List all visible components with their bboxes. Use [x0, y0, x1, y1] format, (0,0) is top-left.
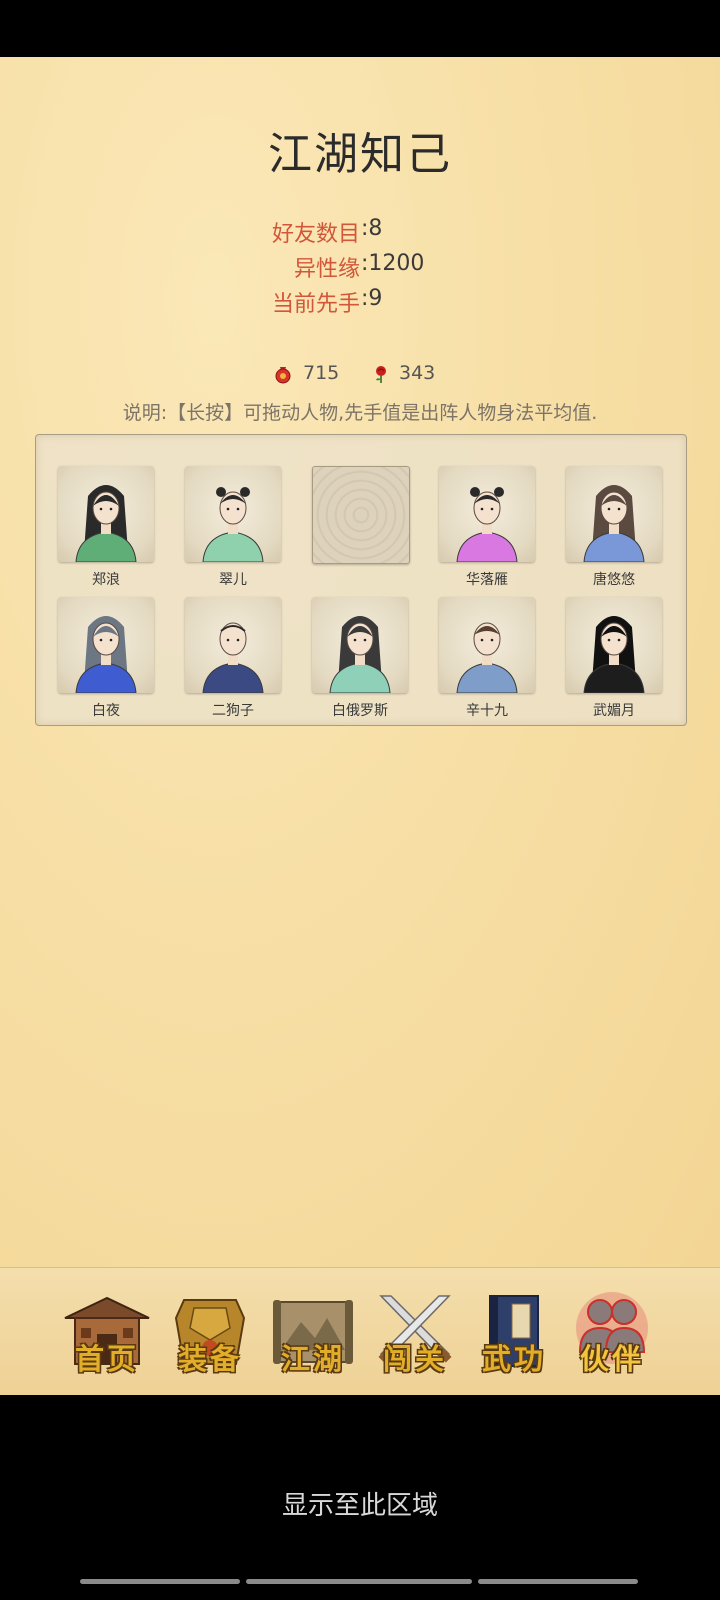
rose-icon — [371, 364, 391, 384]
character-portrait — [185, 466, 281, 562]
character-portrait — [439, 597, 535, 693]
character-card-bai-eluosi[interactable]: 白俄罗斯 — [312, 597, 410, 719]
portrait-figure-icon — [75, 616, 137, 693]
coin-count: 715 — [303, 362, 340, 384]
nav-label: 首页 — [74, 1342, 139, 1376]
character-name: 二狗子 — [212, 703, 254, 719]
character-portrait — [439, 466, 535, 562]
empty-slot[interactable] — [312, 466, 410, 589]
character-name: 唐悠悠 — [593, 572, 635, 588]
character-portrait — [58, 597, 154, 693]
rose-count: 343 — [399, 362, 436, 384]
character-card-zheng-lang[interactable]: 郑浪 — [58, 466, 156, 588]
character-portrait — [58, 466, 154, 562]
nav-partners[interactable]: 伙伴 — [566, 1288, 658, 1380]
portrait-figure-icon — [329, 616, 391, 693]
portrait-figure-icon — [456, 487, 518, 562]
character-portrait — [566, 597, 662, 693]
character-card-wu-meiyue[interactable]: 武媚月 — [566, 597, 664, 719]
character-card-xin-shijiu[interactable]: 辛十九 — [439, 597, 537, 719]
gesture-bar — [478, 1579, 638, 1584]
footer-text: 显示至此区域 — [281, 1491, 438, 1521]
character-name: 辛十九 — [466, 703, 508, 719]
stat-value: :9 — [361, 286, 383, 311]
character-card-cui-er[interactable]: 翠儿 — [185, 466, 283, 588]
nav-challenge[interactable]: 闯关 — [369, 1288, 461, 1380]
footer-area: 显示至此区域 — [0, 1395, 720, 1600]
red-pouch-icon — [273, 364, 293, 384]
character-name: 武媚月 — [593, 703, 635, 719]
nav-label: 江湖 — [280, 1342, 345, 1376]
character-name: 白夜 — [92, 703, 120, 719]
portrait-figure-icon — [583, 616, 645, 693]
portrait-figure-icon — [75, 485, 137, 562]
currency-row: 715 343 — [0, 360, 720, 390]
nav-label: 闯关 — [382, 1342, 447, 1376]
stat-value: :1200 — [361, 251, 425, 276]
page-title: 江湖知己 — [268, 129, 452, 180]
empty-slot-tile — [312, 466, 410, 564]
character-card-tang-youyou[interactable]: 唐悠悠 — [566, 466, 664, 588]
character-portrait — [312, 597, 408, 693]
character-card-er-gouzi[interactable]: 二狗子 — [185, 597, 283, 719]
stat-label: 当前先手 — [271, 292, 360, 317]
instruction-note: 说明:【长按】可拖动人物,先手值是出阵人物身法平均值. — [122, 402, 598, 424]
character-card-bai-ye[interactable]: 白夜 — [58, 597, 156, 719]
nav-label: 装备 — [177, 1342, 242, 1376]
gesture-bar — [80, 1579, 240, 1584]
bottom-nav: 首页 装备 江湖 闯关 武功 伙伴 — [0, 1267, 720, 1396]
character-portrait — [566, 466, 662, 562]
nav-label: 武功 — [481, 1342, 546, 1376]
portrait-figure-icon — [202, 622, 264, 693]
character-name: 郑浪 — [92, 572, 120, 588]
character-card-hua-luoyan[interactable]: 华落雁 — [439, 466, 537, 588]
stat-label: 异性缘 — [293, 257, 360, 282]
character-name: 翠儿 — [219, 572, 247, 588]
gesture-bar — [246, 1579, 472, 1584]
portrait-figure-icon — [202, 487, 264, 562]
nav-jianghu[interactable]: 江湖 — [267, 1288, 359, 1380]
status-bar — [0, 0, 720, 57]
portrait-figure-icon — [456, 622, 518, 693]
portrait-figure-icon — [583, 485, 645, 562]
character-grid: 郑浪 翠儿 华落雁 唐悠悠 白夜 二狗子 白俄罗斯 辛十九 武媚月 — [35, 434, 687, 726]
character-portrait — [185, 597, 281, 693]
character-name — [312, 571, 408, 589]
nav-home[interactable]: 首页 — [61, 1288, 153, 1380]
nav-equipment[interactable]: 装备 — [164, 1288, 256, 1380]
stat-label: 好友数目 — [271, 222, 360, 247]
nav-martial-arts[interactable]: 武功 — [468, 1288, 560, 1380]
nav-label: 伙伴 — [579, 1342, 644, 1376]
character-name: 华落雁 — [466, 572, 508, 588]
character-name: 白俄罗斯 — [332, 703, 388, 719]
stat-value: :8 — [361, 216, 383, 241]
